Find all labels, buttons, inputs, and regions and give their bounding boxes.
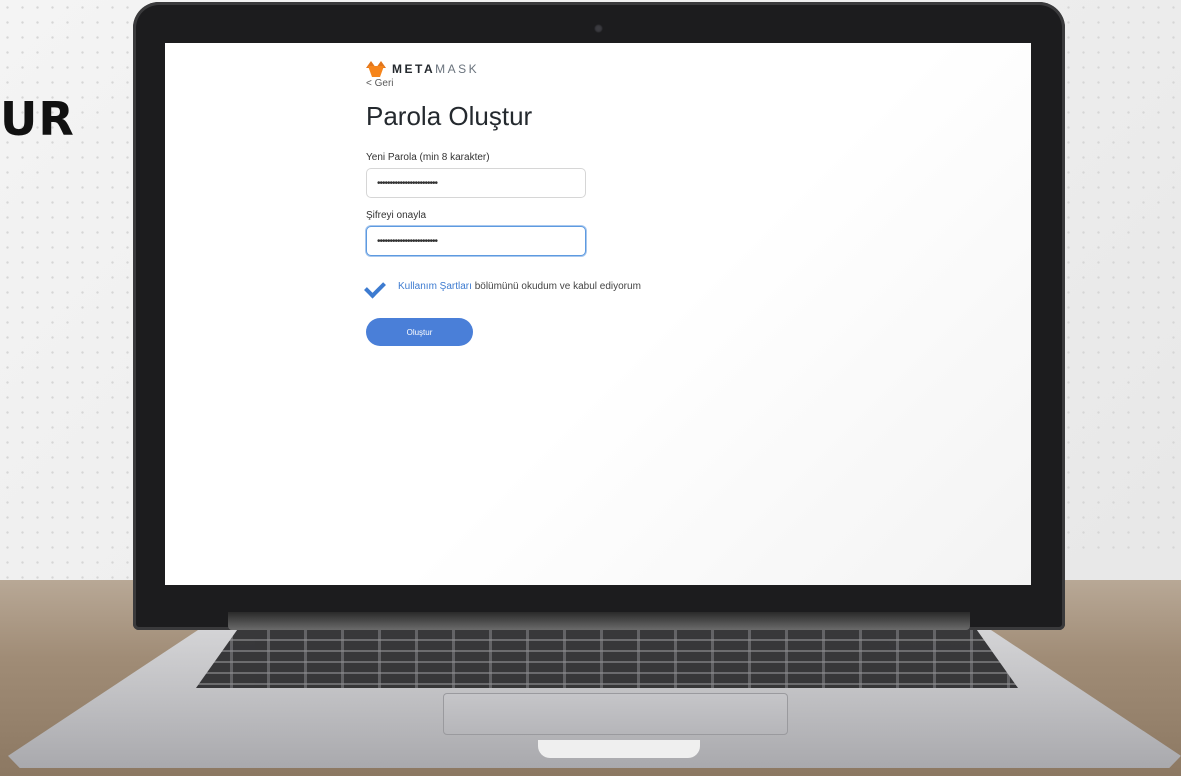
metamask-create-password-form: METAMASK < Geri Parola Oluştur Yeni Paro…: [366, 61, 786, 346]
laptop-hinge: [228, 612, 970, 630]
background-headline: UR: [0, 92, 75, 146]
laptop-screen: METAMASK < Geri Parola Oluştur Yeni Paro…: [165, 43, 1031, 585]
metamask-logo: METAMASK: [366, 61, 786, 77]
terms-text: Kullanım Şartları bölümünü okudum ve kab…: [398, 281, 641, 292]
laptop-notch: [538, 740, 700, 758]
background-dot-pattern: [0, 0, 130, 600]
page-title: Parola Oluştur: [366, 101, 533, 131]
confirm-password-field[interactable]: ••••••••••••••••••••••••: [366, 226, 586, 256]
webcam-icon: [594, 24, 603, 33]
laptop-trackpad: [443, 693, 788, 735]
new-password-label: Yeni Parola (min 8 karakter): [366, 152, 490, 163]
new-password-field[interactable]: ••••••••••••••••••••••••: [366, 168, 586, 198]
back-link[interactable]: < Geri: [366, 78, 786, 89]
terms-link[interactable]: Kullanım Şartları: [398, 281, 472, 292]
terms-rest-text: bölümünü okudum ve kabul ediyorum: [471, 280, 641, 292]
background-dot-pattern: [1061, 0, 1181, 560]
laptop-keyboard: [196, 630, 1018, 688]
fox-icon: [366, 61, 386, 77]
terms-checkbox[interactable]: [366, 276, 388, 296]
terms-row: Kullanım Şartları bölümünü okudum ve kab…: [366, 276, 786, 296]
brand-wordmark: METAMASK: [392, 62, 480, 76]
confirm-password-label: Şifreyi onayla: [366, 210, 427, 221]
create-button[interactable]: Oluştur: [366, 318, 473, 346]
